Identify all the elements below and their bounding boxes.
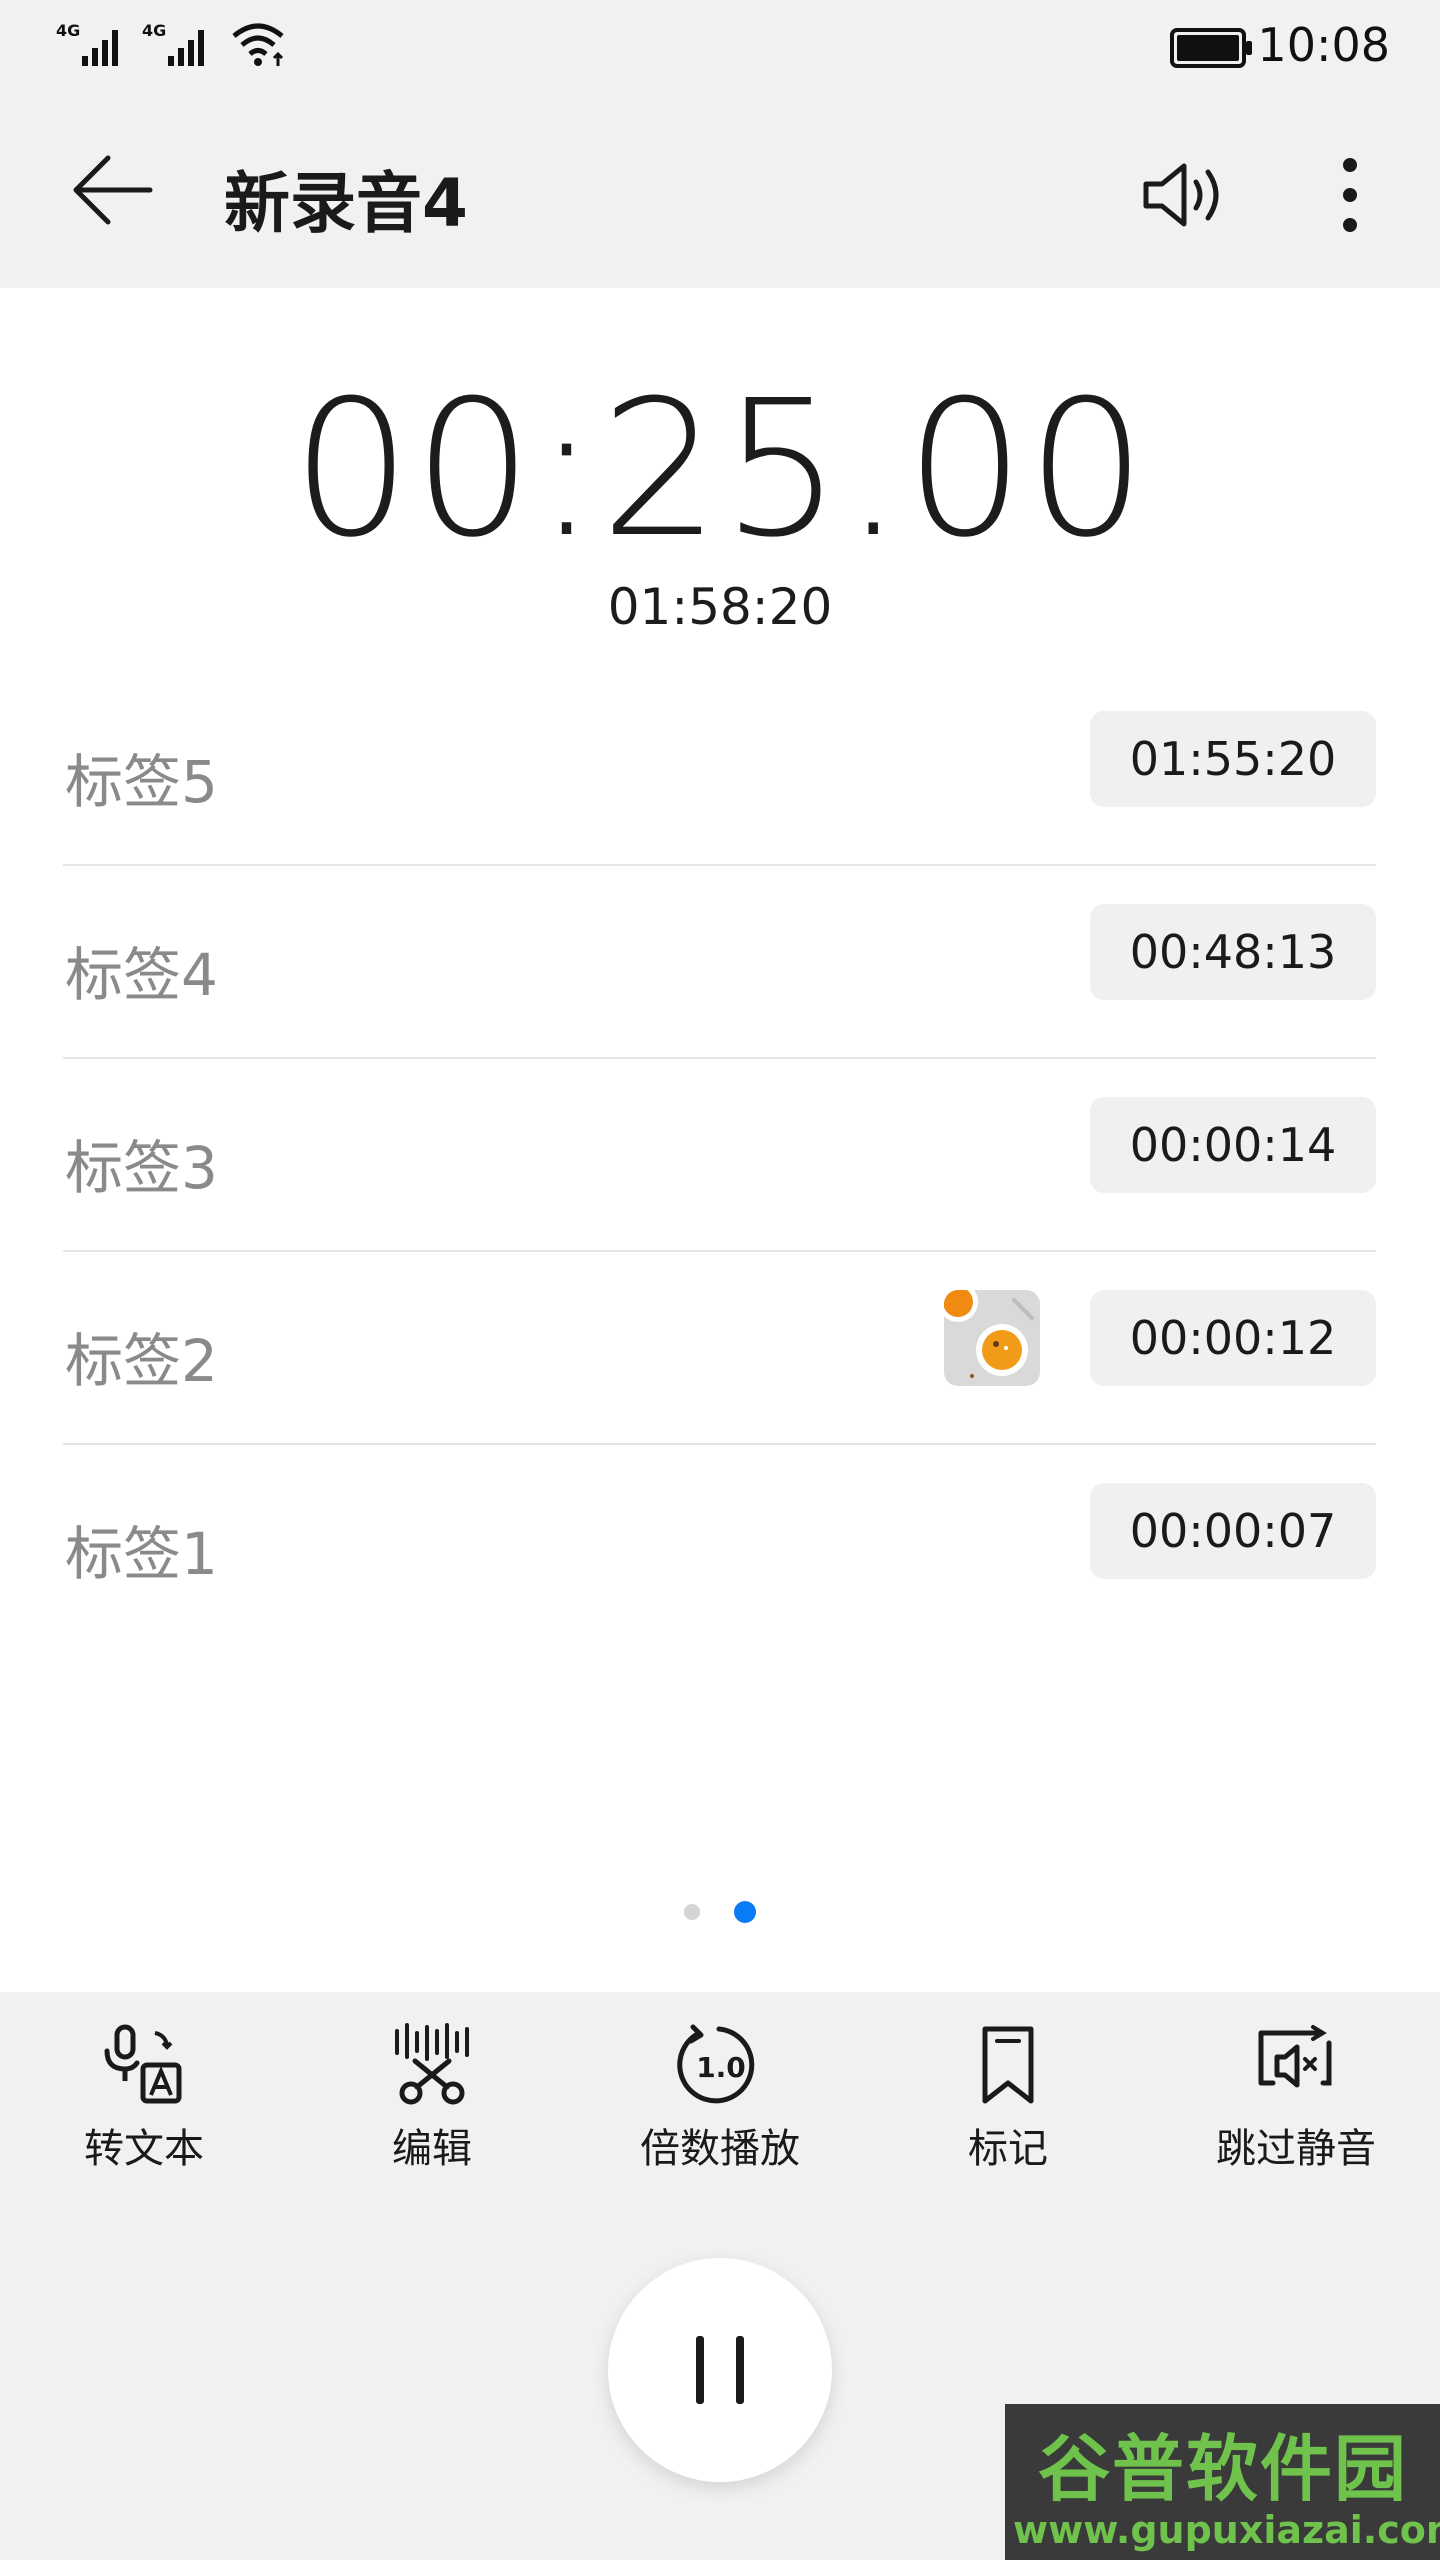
tag-time-chip[interactable]: 00:00:14 [1090, 1097, 1376, 1193]
mark-button[interactable]: 标记 [864, 1992, 1152, 2202]
recording-playback-screen: 4G 4G 10:08 新录音4 00:25.00 01:58:20 标签5 0… [0, 0, 1440, 2560]
tag-row[interactable]: 标签4 00:48:13 [63, 866, 1376, 1059]
tag-image-thumbnail[interactable] [944, 1290, 1040, 1386]
skip-silence-icon [1246, 2020, 1346, 2110]
skip-silence-label: 跳过静音 [1216, 2126, 1376, 2172]
edit-button[interactable]: 编辑 [288, 1992, 576, 2202]
tag-row[interactable]: 标签3 00:00:14 [63, 1059, 1376, 1252]
tag-time-chip[interactable]: 00:00:07 [1090, 1483, 1376, 1579]
waveform-scissors-icon [382, 2020, 482, 2110]
app-bar: 新录音4 [0, 92, 1440, 288]
tag-row[interactable]: 标签5 01:55:20 [63, 673, 1376, 866]
action-toolbar: 转文本 编辑 1.0 倍数播放 标记 跳过静音 [0, 1992, 1440, 2202]
tag-row[interactable]: 标签2 00:00:12 [63, 1252, 1376, 1445]
cellular-signal-icon-2: 4G [142, 20, 212, 76]
tag-row[interactable]: 标签1 00:00:07 [63, 1445, 1376, 1636]
watermark-url: www.gupuxiazai.com [1013, 2508, 1440, 2552]
mark-label: 标记 [968, 2126, 1048, 2172]
tag-label: 标签5 [65, 748, 218, 816]
tag-time-chip[interactable]: 01:55:20 [1090, 711, 1376, 807]
current-time: 00:25.00 [291, 360, 1149, 579]
status-bar: 4G 4G 10:08 [0, 0, 1440, 92]
back-arrow-icon [73, 155, 153, 225]
page-dot-active[interactable] [734, 1901, 756, 1923]
watermark-logo: 谷普软件园 www.gupuxiazai.com [1005, 2404, 1440, 2560]
speaker-button[interactable] [1130, 150, 1240, 240]
tag-label: 标签4 [65, 941, 218, 1009]
total-duration: 01:58:20 [607, 578, 833, 636]
playback-speed-label: 倍数播放 [640, 2126, 800, 2172]
pause-button[interactable] [608, 2258, 832, 2482]
svg-text:4G: 4G [142, 21, 166, 40]
to-text-button[interactable]: 转文本 [0, 1992, 288, 2202]
bookmark-icon [958, 2020, 1058, 2110]
speaker-icon [1143, 163, 1219, 227]
page-dot[interactable] [684, 1904, 700, 1920]
speech-to-text-icon [94, 2020, 194, 2110]
page-indicator [0, 1901, 1440, 1923]
playback-content: 00:25.00 01:58:20 标签5 01:55:20 标签4 00:48… [0, 288, 1440, 1992]
battery-icon [1170, 28, 1254, 72]
tag-label: 标签1 [65, 1520, 218, 1588]
playback-speed-button[interactable]: 1.0 倍数播放 [576, 1992, 864, 2202]
more-options-button[interactable] [1310, 148, 1390, 242]
pause-icon [696, 2336, 744, 2404]
watermark-title: 谷普软件园 [1037, 2427, 1408, 2511]
to-text-label: 转文本 [84, 2126, 204, 2172]
tag-label: 标签2 [65, 1327, 218, 1395]
back-button[interactable] [52, 142, 172, 242]
status-time: 10:08 [1257, 18, 1390, 72]
cellular-signal-icon: 4G [56, 20, 126, 76]
playback-speed-icon: 1.0 [670, 2020, 770, 2110]
more-vert-icon [1343, 158, 1357, 232]
tag-list: 标签5 01:55:20 标签4 00:48:13 标签3 00:00:14 标… [63, 673, 1376, 1636]
tag-time-chip[interactable]: 00:48:13 [1090, 904, 1376, 1000]
edit-label: 编辑 [392, 2126, 472, 2172]
page-title: 新录音4 [224, 165, 468, 242]
svg-text:1.0: 1.0 [696, 2051, 746, 2084]
skip-silence-button[interactable]: 跳过静音 [1152, 1992, 1440, 2202]
tag-time-chip[interactable]: 00:00:12 [1090, 1290, 1376, 1386]
svg-text:4G: 4G [56, 21, 80, 40]
tag-label: 标签3 [65, 1134, 218, 1202]
wifi-icon [230, 20, 290, 76]
